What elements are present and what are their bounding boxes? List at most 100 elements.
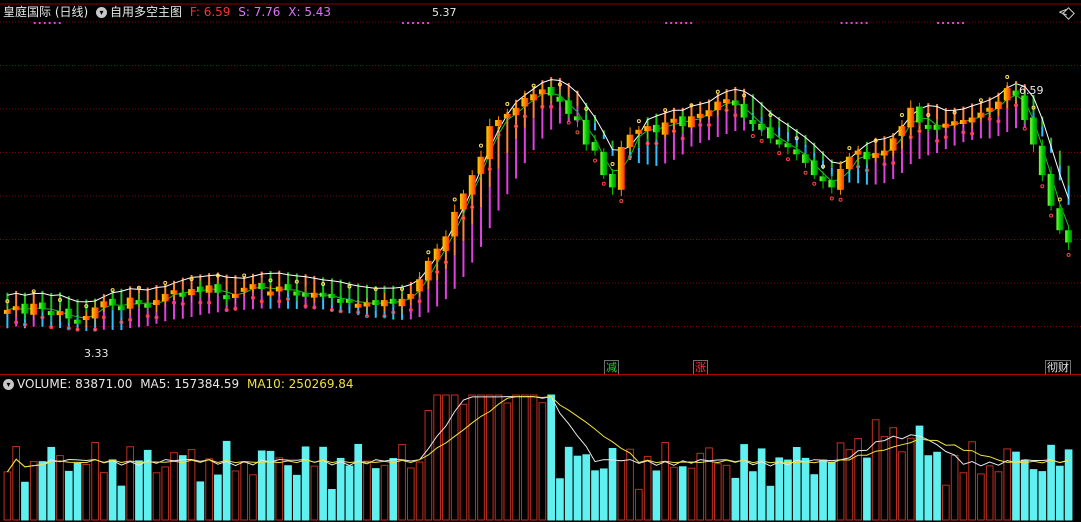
volume-bar-down [371, 468, 380, 521]
volume-bar-up [705, 447, 713, 521]
candle-down [775, 139, 783, 145]
candle-down [916, 106, 923, 123]
candle-down [574, 116, 581, 121]
candle-up [661, 122, 669, 135]
signal-dot [838, 197, 843, 202]
candle-down [609, 173, 616, 188]
signal-tag-finance[interactable]: 彻财 [1045, 360, 1071, 375]
candle-up [249, 284, 257, 290]
candle-down [749, 120, 757, 124]
volume-bar-up [240, 461, 249, 521]
volume-bar-up [503, 402, 512, 521]
candle-up [275, 286, 283, 292]
candle-down [21, 303, 29, 314]
candle-up [240, 287, 248, 292]
volume-bar-up [82, 464, 91, 521]
candle-up [416, 279, 424, 292]
high-price-annotation: 5.37 [432, 6, 457, 19]
top-marker-dot [952, 22, 955, 24]
candle-down [328, 293, 336, 298]
candle-up [407, 293, 415, 299]
volume-bar-down [924, 455, 933, 521]
volume-bar-up [310, 465, 319, 521]
signal-dot [978, 98, 983, 103]
signal-tag-rise[interactable]: 涨 [693, 360, 708, 375]
volume-bar-down [933, 451, 941, 521]
signal-dot [505, 101, 510, 106]
top-marker-dot [427, 22, 430, 24]
signal-dot [847, 146, 852, 151]
candle-down [819, 176, 827, 182]
candle-up [907, 107, 915, 128]
candle-down [828, 180, 836, 188]
volume-bar-up [985, 465, 994, 521]
volume-bar-up [398, 444, 406, 521]
candle-up [205, 285, 213, 293]
candle-up [872, 153, 880, 158]
signal-tag-reduce[interactable]: 减 [604, 360, 619, 375]
volume-bar-down [652, 470, 661, 521]
pane-divider[interactable] [0, 374, 1081, 375]
candle-up [354, 303, 362, 308]
candle-up [837, 169, 845, 190]
candle-down [293, 291, 301, 296]
volume-bar-up [722, 464, 731, 521]
signal-dot [593, 158, 598, 163]
volume-bar-up [696, 452, 705, 521]
signal-dot [610, 162, 615, 166]
volume-bar-down [47, 446, 56, 521]
top-marker-dot [33, 22, 36, 24]
volume-bar-up [950, 455, 959, 521]
candle-up [723, 99, 730, 104]
candle-up [889, 138, 897, 151]
volume-bar-down [827, 461, 836, 521]
volume-bar-up [415, 461, 424, 521]
volume-bar-down [196, 481, 205, 521]
candle-up [705, 110, 713, 117]
volume-bar-up [433, 394, 441, 521]
candle-down [65, 308, 73, 319]
volume-bar-up [521, 394, 529, 521]
volume-bar-down [389, 458, 398, 521]
volume-bar-up [29, 461, 38, 521]
candle-up [477, 156, 485, 174]
candle-down [337, 298, 345, 303]
volume-ma5-value: MA5: 157384.59 [140, 377, 240, 391]
volume-menu-icon[interactable]: ▾ [3, 379, 14, 390]
volume-bar-down [354, 443, 363, 521]
volume-bar-up [1003, 448, 1012, 521]
candle-up [995, 101, 1002, 109]
candle-up [1003, 88, 1011, 101]
volume-bar-up [205, 458, 213, 521]
candle-up [310, 292, 318, 298]
candle-down [179, 292, 187, 297]
candle-down [740, 104, 748, 118]
candle-up [696, 113, 704, 118]
candle-up [170, 290, 178, 295]
candle-up [442, 236, 450, 252]
price-and-volume-chart[interactable] [0, 0, 1081, 522]
volume-bar-down [336, 457, 345, 521]
candle-up [424, 260, 432, 281]
signal-dot [1022, 126, 1027, 131]
volume-bar-down [178, 455, 187, 521]
volume-value: VOLUME: 83871.00 [17, 377, 133, 391]
volume-bar-up [152, 472, 161, 521]
volume-bar-down [573, 455, 582, 521]
candle-up [688, 116, 695, 128]
volume-bar-up [635, 488, 643, 521]
volume-bar-up [898, 451, 906, 521]
top-marker-dot [860, 22, 863, 24]
volume-bar-up [170, 452, 178, 521]
volume-bar-down [319, 446, 327, 521]
volume-bar-down [757, 448, 766, 521]
candle-up [959, 120, 967, 124]
candle-down [810, 160, 818, 176]
top-marker-dot [850, 22, 853, 24]
signal-dot [777, 151, 782, 156]
top-marker-dot [962, 22, 965, 24]
top-marker-dot [947, 22, 950, 24]
top-marker-dot [407, 22, 410, 24]
candle-down [389, 298, 397, 304]
candle-up [670, 118, 678, 123]
